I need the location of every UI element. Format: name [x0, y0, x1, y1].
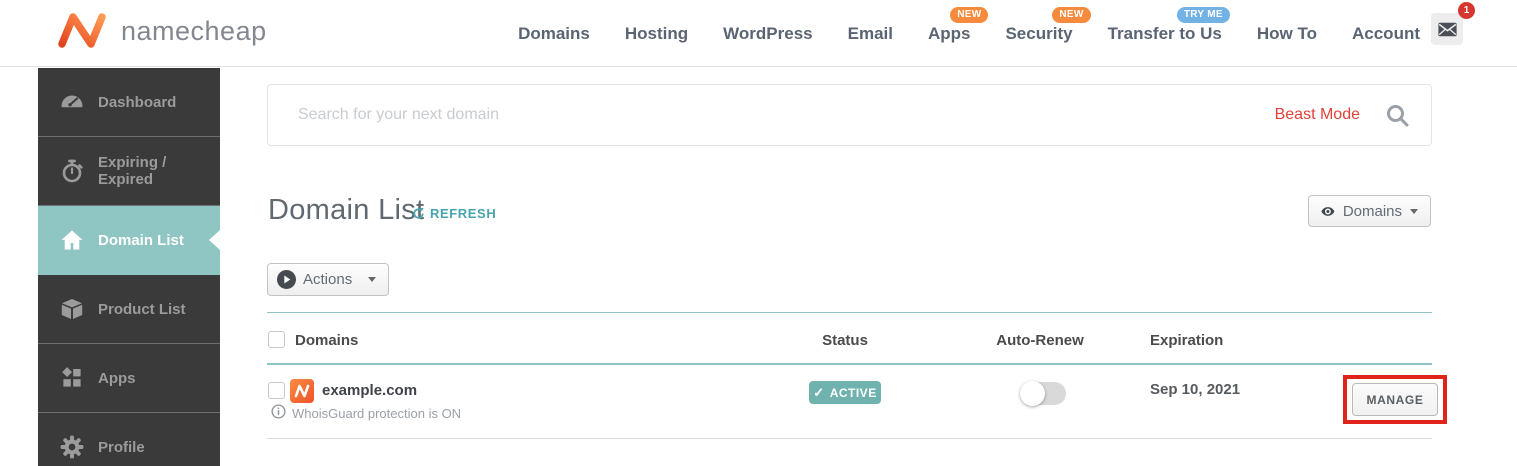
auto-renew-toggle[interactable] [1020, 382, 1066, 405]
box-icon [59, 296, 85, 322]
beast-mode-toggle[interactable]: Beast Mode [1275, 106, 1360, 124]
nav-domains[interactable]: Domains [518, 24, 590, 44]
refresh-label: REFRESH [430, 206, 496, 221]
sidebar-item-dashboard[interactable]: Dashboard [38, 68, 220, 137]
nav-security[interactable]: SecurityNEW [1005, 24, 1072, 44]
stopwatch-icon [59, 158, 85, 184]
domain-search-input[interactable] [268, 85, 1275, 145]
nav-email[interactable]: Email [848, 24, 893, 44]
new-badge: NEW [1052, 7, 1090, 23]
home-icon [59, 227, 85, 253]
row-checkbox[interactable] [268, 382, 285, 399]
active-item-notch [209, 230, 220, 250]
nav-account[interactable]: Account [1352, 24, 1420, 44]
sidebar-item-label: Dashboard [98, 94, 176, 111]
sidebar-item-expiring-expired[interactable]: Expiring / Expired [38, 137, 220, 206]
view-filter-dropdown[interactable]: Domains [1308, 195, 1431, 227]
sidebar-item-label: Domain List [98, 232, 184, 249]
page-title: Domain List [268, 194, 424, 227]
sidebar-item-label: Expiring / Expired [98, 154, 220, 188]
status-label: ACTIVE [830, 386, 877, 400]
messages-button[interactable] [1431, 13, 1463, 45]
expiration-date: Sep 10, 2021 [1150, 381, 1240, 398]
namecheap-favicon-icon [290, 379, 314, 403]
namecheap-domain-list-page: namecheap Domains Hosting WordPress Emai… [0, 0, 1517, 466]
nav-transfer-to-us[interactable]: Transfer to UsTRY ME [1108, 24, 1222, 44]
nav-hosting[interactable]: Hosting [625, 24, 688, 44]
nav-apps[interactable]: AppsNEW [928, 24, 971, 44]
status-badge: ACTIVE [809, 381, 881, 404]
view-filter-label: Domains [1343, 203, 1402, 220]
sidebar-item-profile[interactable]: Profile [38, 413, 220, 466]
play-circle-icon [277, 270, 296, 289]
nav-how-to[interactable]: How To [1257, 24, 1317, 44]
left-sidebar: Dashboard Expiring / Expired Domain [38, 68, 220, 466]
actions-label: Actions [303, 271, 352, 288]
table-row-divider [267, 438, 1432, 439]
sidebar-item-label: Apps [98, 370, 136, 387]
column-header-domains: Domains [295, 332, 358, 349]
apps-grid-icon [59, 366, 85, 390]
brand-name: namecheap [121, 16, 267, 47]
messages-count-badge: 1 [1458, 2, 1475, 19]
namecheap-logo[interactable]: namecheap [55, 12, 267, 50]
nav-wordpress[interactable]: WordPress [723, 24, 812, 44]
column-header-status: Status [780, 332, 910, 349]
namecheap-n-icon [55, 12, 109, 50]
top-header: namecheap Domains Hosting WordPress Emai… [0, 0, 1517, 67]
refresh-icon [412, 207, 425, 220]
actions-dropdown[interactable]: Actions [267, 263, 389, 296]
chevron-down-icon [368, 277, 376, 282]
search-icon[interactable] [1386, 104, 1409, 127]
sidebar-item-apps[interactable]: Apps [38, 344, 220, 413]
column-header-auto-renew: Auto-Renew [975, 332, 1105, 349]
domain-search-box: Beast Mode [267, 84, 1432, 146]
sidebar-item-product-list[interactable]: Product List [38, 275, 220, 344]
new-badge: NEW [950, 7, 988, 23]
column-header-expiration: Expiration [1150, 332, 1223, 349]
domain-name[interactable]: example.com [322, 382, 417, 399]
gauge-icon [59, 89, 85, 115]
eye-icon [1321, 205, 1335, 218]
manage-highlight-annotation: MANAGE [1343, 375, 1447, 424]
manage-button[interactable]: MANAGE [1352, 383, 1438, 416]
info-icon [271, 404, 286, 419]
gear-icon [59, 434, 85, 460]
top-navigation: Domains Hosting WordPress Email AppsNEW … [518, 0, 1420, 67]
envelope-icon [1438, 22, 1457, 37]
sidebar-item-label: Product List [98, 301, 186, 318]
check-icon [813, 385, 824, 401]
sidebar-item-label: Profile [98, 439, 145, 456]
table-header-divider [267, 363, 1432, 365]
table-top-divider [267, 312, 1432, 313]
select-all-checkbox[interactable] [268, 331, 285, 348]
whoisguard-note: WhoisGuard protection is ON [292, 406, 461, 421]
try-me-badge: TRY ME [1177, 7, 1230, 23]
toggle-knob [1020, 381, 1045, 406]
chevron-down-icon [1410, 209, 1418, 214]
refresh-link[interactable]: REFRESH [412, 206, 496, 221]
sidebar-item-domain-list[interactable]: Domain List [38, 206, 220, 275]
